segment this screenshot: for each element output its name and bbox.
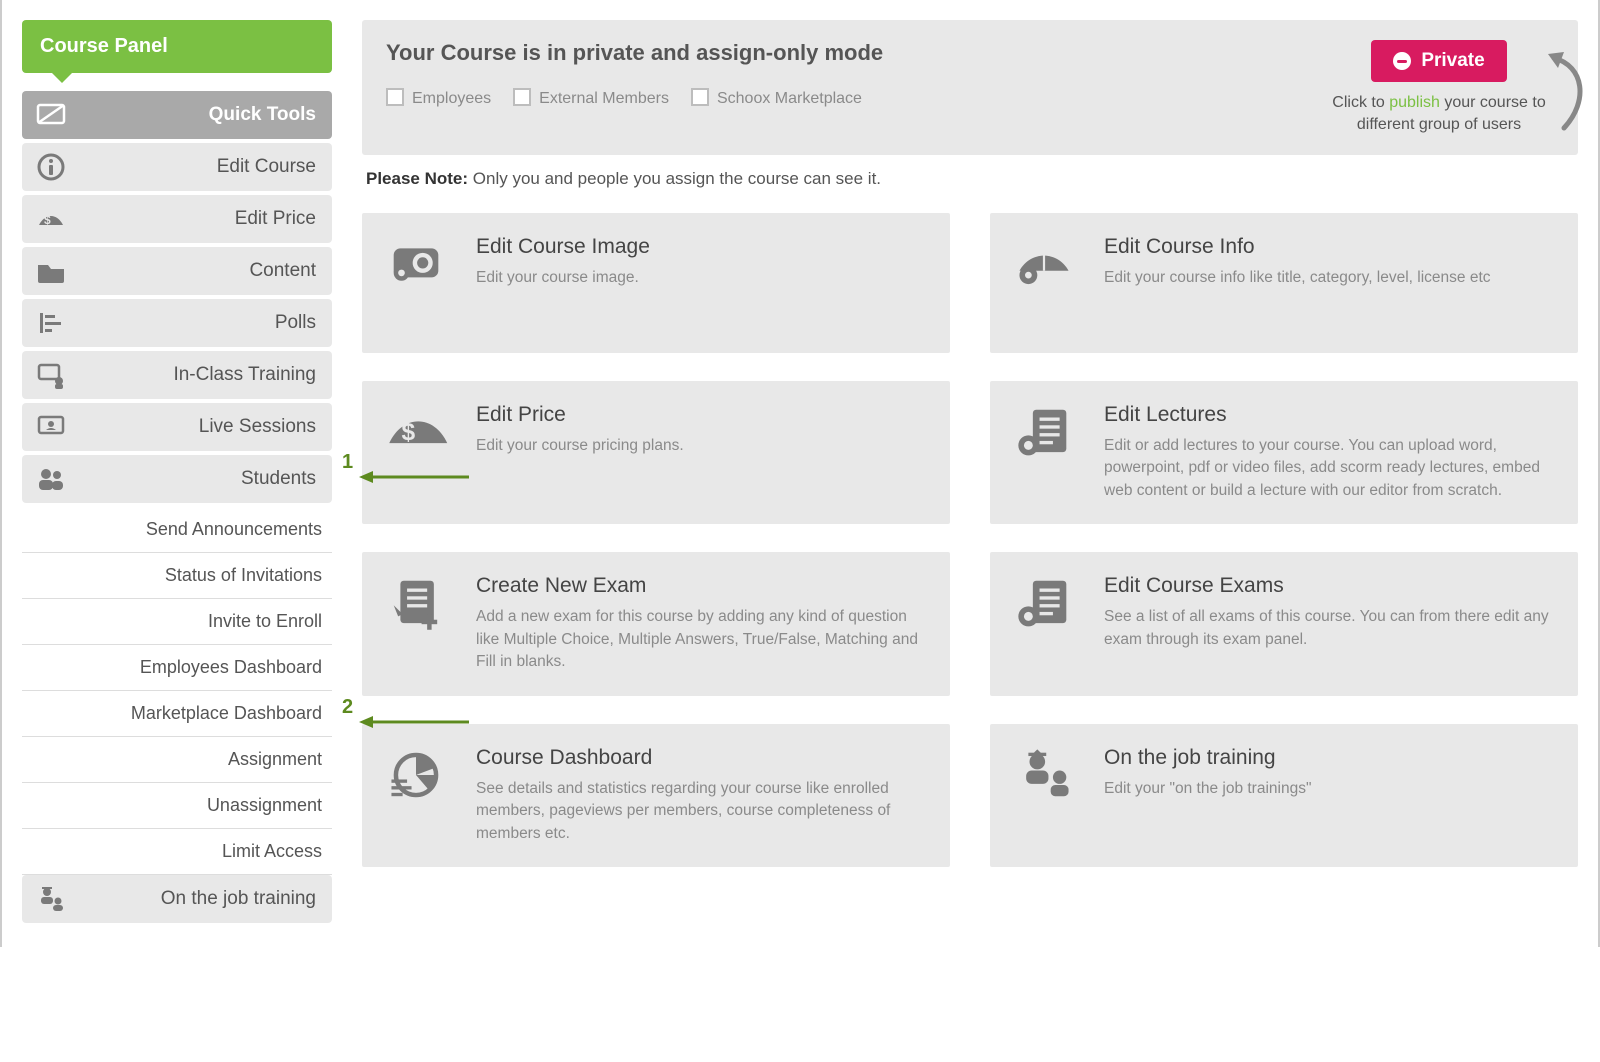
card-edit-price[interactable]: Edit Price Edit your course pricing plan… [362, 381, 950, 524]
nav-item-label: Content [249, 260, 316, 282]
bars-icon [34, 308, 68, 338]
card-create-new-exam[interactable]: Create New Exam Add a new exam for this … [362, 552, 950, 695]
students-icon [34, 464, 68, 494]
card-desc: Edit your course image. [476, 267, 650, 289]
nav-item-quick-tools[interactable]: Quick Tools [22, 91, 332, 139]
card-on-the-job-training[interactable]: On the job training Edit your "on the jo… [990, 724, 1578, 867]
edit-exams-icon [1012, 574, 1082, 673]
panel-header: Course Panel [22, 20, 332, 73]
sub-item-limit-access[interactable]: Limit Access [22, 829, 332, 875]
nav-item-label: Polls [275, 312, 316, 334]
card-desc: Edit or add lectures to your course. You… [1104, 435, 1556, 502]
folder-icon [34, 256, 68, 286]
sidebar: Course Panel Quick Tools Edit Course Edit … [22, 20, 332, 927]
board-icon [34, 100, 68, 130]
checkbox-icon [513, 88, 531, 106]
minus-circle-icon [1393, 52, 1411, 70]
nav-item-label: Edit Price [235, 208, 316, 230]
nav-item-content[interactable]: Content [22, 247, 332, 295]
info-icon [34, 152, 68, 182]
nav-list-after: On the job training [22, 875, 332, 923]
sub-item-assignment[interactable]: Assignment [22, 737, 332, 783]
notice-title: Your Course is in private and assign-onl… [386, 40, 1300, 66]
private-notice: Your Course is in private and assign-onl… [362, 20, 1578, 155]
nav-item-label: Students [241, 468, 316, 490]
screen-user-icon [34, 412, 68, 442]
sub-list: Send AnnouncementsStatus of InvitationsI… [22, 507, 332, 875]
card-title: Edit Course Info [1104, 235, 1491, 259]
card-course-dashboard[interactable]: Course Dashboard See details and statist… [362, 724, 950, 867]
sub-item-status-of-invitations[interactable]: Status of Invitations [22, 553, 332, 599]
please-note: Please Note: Only you and people you ass… [366, 169, 1574, 189]
lectures-icon [1012, 403, 1082, 502]
card-title: Edit Course Exams [1104, 574, 1556, 598]
publish-link[interactable]: publish [1389, 94, 1440, 111]
new-exam-icon [384, 574, 454, 673]
card-desc: Edit your course info like title, catego… [1104, 267, 1491, 289]
sub-item-invite-to-enroll[interactable]: Invite to Enroll [22, 599, 332, 645]
nav-item-label: Edit Course [217, 156, 316, 178]
card-edit-lectures[interactable]: Edit Lectures Edit or add lectures to yo… [990, 381, 1578, 524]
checkbox-icon [386, 88, 404, 106]
sub-item-send-announcements[interactable]: Send Announcements [22, 507, 332, 553]
sub-item-employees-dashboard[interactable]: Employees Dashboard [22, 645, 332, 691]
private-button[interactable]: Private [1371, 40, 1506, 82]
card-edit-course-exams[interactable]: Edit Course Exams See a list of all exam… [990, 552, 1578, 695]
nav-item-in-class-training[interactable]: In-Class Training [22, 351, 332, 399]
callout-2-num: 2 [342, 696, 353, 719]
check-external-members[interactable]: External Members [513, 88, 669, 108]
card-edit-course-image[interactable]: Edit Course Image Edit your course image… [362, 213, 950, 353]
check-schoox-marketplace[interactable]: Schoox Marketplace [691, 88, 862, 108]
nav-item-edit-price[interactable]: Edit Price [22, 195, 332, 243]
card-desc: See details and statistics regarding you… [476, 778, 928, 845]
nav-item-label: In-Class Training [173, 364, 316, 386]
private-button-label: Private [1421, 50, 1484, 72]
please-note-label: Please Note: [366, 169, 468, 188]
card-desc: See a list of all exams of this course. … [1104, 606, 1556, 651]
card-edit-course-info[interactable]: Edit Course Info Edit your course info l… [990, 213, 1578, 353]
check-label: Schoox Marketplace [717, 90, 862, 107]
publish-hint: Click to publish your course to differen… [1324, 92, 1554, 137]
camera-gear-icon [384, 235, 454, 331]
nav-item-polls[interactable]: Polls [22, 299, 332, 347]
nav-item-label: Live Sessions [199, 416, 316, 438]
pricebook-icon [34, 204, 68, 234]
nav-item-edit-course[interactable]: Edit Course [22, 143, 332, 191]
callout-1-num: 1 [342, 451, 353, 474]
audience-checks: Employees External Members Schoox Marketpl… [386, 88, 1300, 108]
check-employees[interactable]: Employees [386, 88, 491, 108]
ojt-lg-icon [1012, 746, 1082, 845]
nav-item-live-sessions[interactable]: Live Sessions [22, 403, 332, 451]
nav-list: Quick Tools Edit Course Edit Price Content P… [22, 91, 332, 503]
callout-2: 2 [342, 710, 469, 733]
nav-item-on-the-job-training[interactable]: On the job training [22, 875, 332, 923]
checkbox-icon [691, 88, 709, 106]
publish-hint-prefix: Click to [1332, 94, 1389, 111]
card-title: Create New Exam [476, 574, 928, 598]
callout-1: 1 [342, 465, 469, 488]
card-title: Edit Price [476, 403, 684, 427]
card-desc: Edit your "on the job trainings" [1104, 778, 1311, 800]
card-title: Course Dashboard [476, 746, 928, 770]
ojt-icon [34, 884, 68, 914]
sub-item-marketplace-dashboard[interactable]: Marketplace Dashboard [22, 691, 332, 737]
sub-item-unassignment[interactable]: Unassignment [22, 783, 332, 829]
check-label: Employees [412, 90, 491, 107]
nav-item-students[interactable]: Students [22, 455, 332, 503]
main-content: Your Course is in private and assign-onl… [362, 20, 1578, 927]
book-gear-icon [1012, 235, 1082, 331]
nav-item-label: On the job training [161, 888, 316, 910]
classroom-icon [34, 360, 68, 390]
curve-arrow-icon [1544, 46, 1594, 141]
quick-tools-cards: Edit Course Image Edit your course image… [362, 213, 1578, 867]
card-desc: Edit your course pricing plans. [476, 435, 684, 457]
card-title: Edit Course Image [476, 235, 650, 259]
please-note-text: Only you and people you assign the cours… [468, 169, 881, 188]
nav-item-label: Quick Tools [209, 104, 316, 126]
check-label: External Members [539, 90, 669, 107]
card-title: Edit Lectures [1104, 403, 1556, 427]
dashboard-icon [384, 746, 454, 845]
card-desc: Add a new exam for this course by adding… [476, 606, 928, 673]
card-title: On the job training [1104, 746, 1311, 770]
